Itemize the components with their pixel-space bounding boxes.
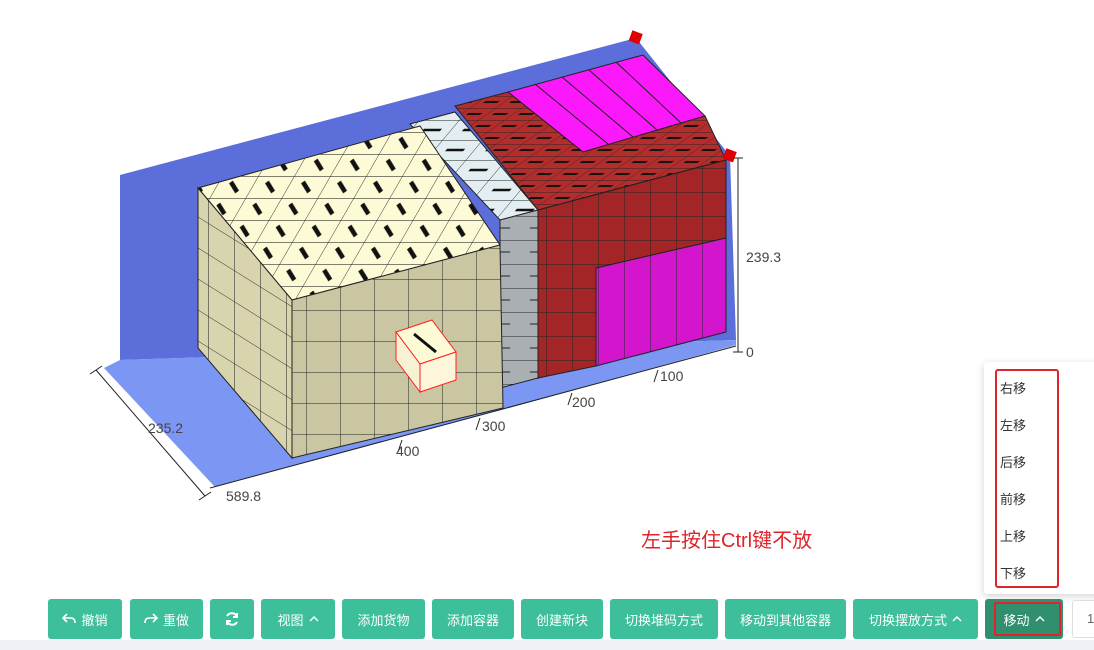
- redo-label: 重做: [162, 612, 189, 628]
- toolbar-background: [0, 640, 1094, 650]
- switch-placement-button[interactable]: 切换摆放方式: [853, 599, 978, 639]
- move-button-highlight-frame: [994, 602, 1061, 636]
- page-number-input[interactable]: 1: [1072, 600, 1094, 638]
- refresh-icon: [226, 612, 238, 626]
- container-3d-view[interactable]: [0, 0, 1094, 650]
- chevron-up-icon: [952, 616, 962, 622]
- refresh-button[interactable]: [210, 599, 254, 639]
- menu-item-move-up[interactable]: 上移: [1000, 526, 1026, 545]
- length-total-label: 589.8: [226, 488, 262, 504]
- undo-label: 撤销: [81, 612, 108, 628]
- menu-item-move-back[interactable]: 后移: [1000, 452, 1026, 471]
- width-total-label: 235.2: [148, 420, 184, 436]
- create-block-button[interactable]: 创建新块: [521, 599, 603, 639]
- switch-stacking-button[interactable]: 切换堆码方式: [610, 599, 718, 639]
- height-max-label: 239.3: [746, 249, 782, 265]
- height-min-label: 0: [746, 344, 754, 360]
- ctrl-hint-text: 左手按住Ctrl键不放: [641, 530, 813, 552]
- redo-icon: [144, 613, 158, 624]
- switch-placement-label: 切换摆放方式: [868, 612, 947, 628]
- add-cargo-button[interactable]: 添加货物: [342, 599, 425, 639]
- menu-highlight-frame: [995, 369, 1059, 588]
- menu-item-move-down[interactable]: 下移: [1000, 563, 1026, 582]
- undo-icon: [62, 613, 77, 624]
- length-tick-300: 300: [482, 418, 506, 434]
- move-to-other-label: 移动到其他容器: [739, 612, 831, 628]
- add-container-button[interactable]: 添加容器: [432, 599, 514, 639]
- move-to-other-container-button[interactable]: 移动到其他容器: [725, 599, 846, 639]
- undo-button[interactable]: 撤销: [48, 599, 122, 639]
- length-tick-400: 400: [396, 443, 420, 459]
- view-label: 视图: [277, 612, 304, 628]
- add-cargo-label: 添加货物: [357, 612, 410, 628]
- chevron-up-icon: [309, 616, 318, 622]
- switch-stacking-label: 切换堆码方式: [624, 612, 703, 628]
- create-block-label: 创建新块: [535, 612, 588, 628]
- menu-item-move-front[interactable]: 前移: [1000, 489, 1026, 508]
- menu-item-move-right[interactable]: 右移: [1000, 378, 1026, 397]
- redo-button[interactable]: 重做: [130, 599, 203, 639]
- length-tick-200: 200: [572, 394, 596, 410]
- view-button[interactable]: 视图: [261, 599, 335, 639]
- gray-cargo-front: [499, 209, 539, 389]
- length-tick-100: 100: [660, 368, 684, 384]
- menu-item-move-left[interactable]: 左移: [1000, 415, 1026, 434]
- add-container-label: 添加容器: [446, 612, 499, 628]
